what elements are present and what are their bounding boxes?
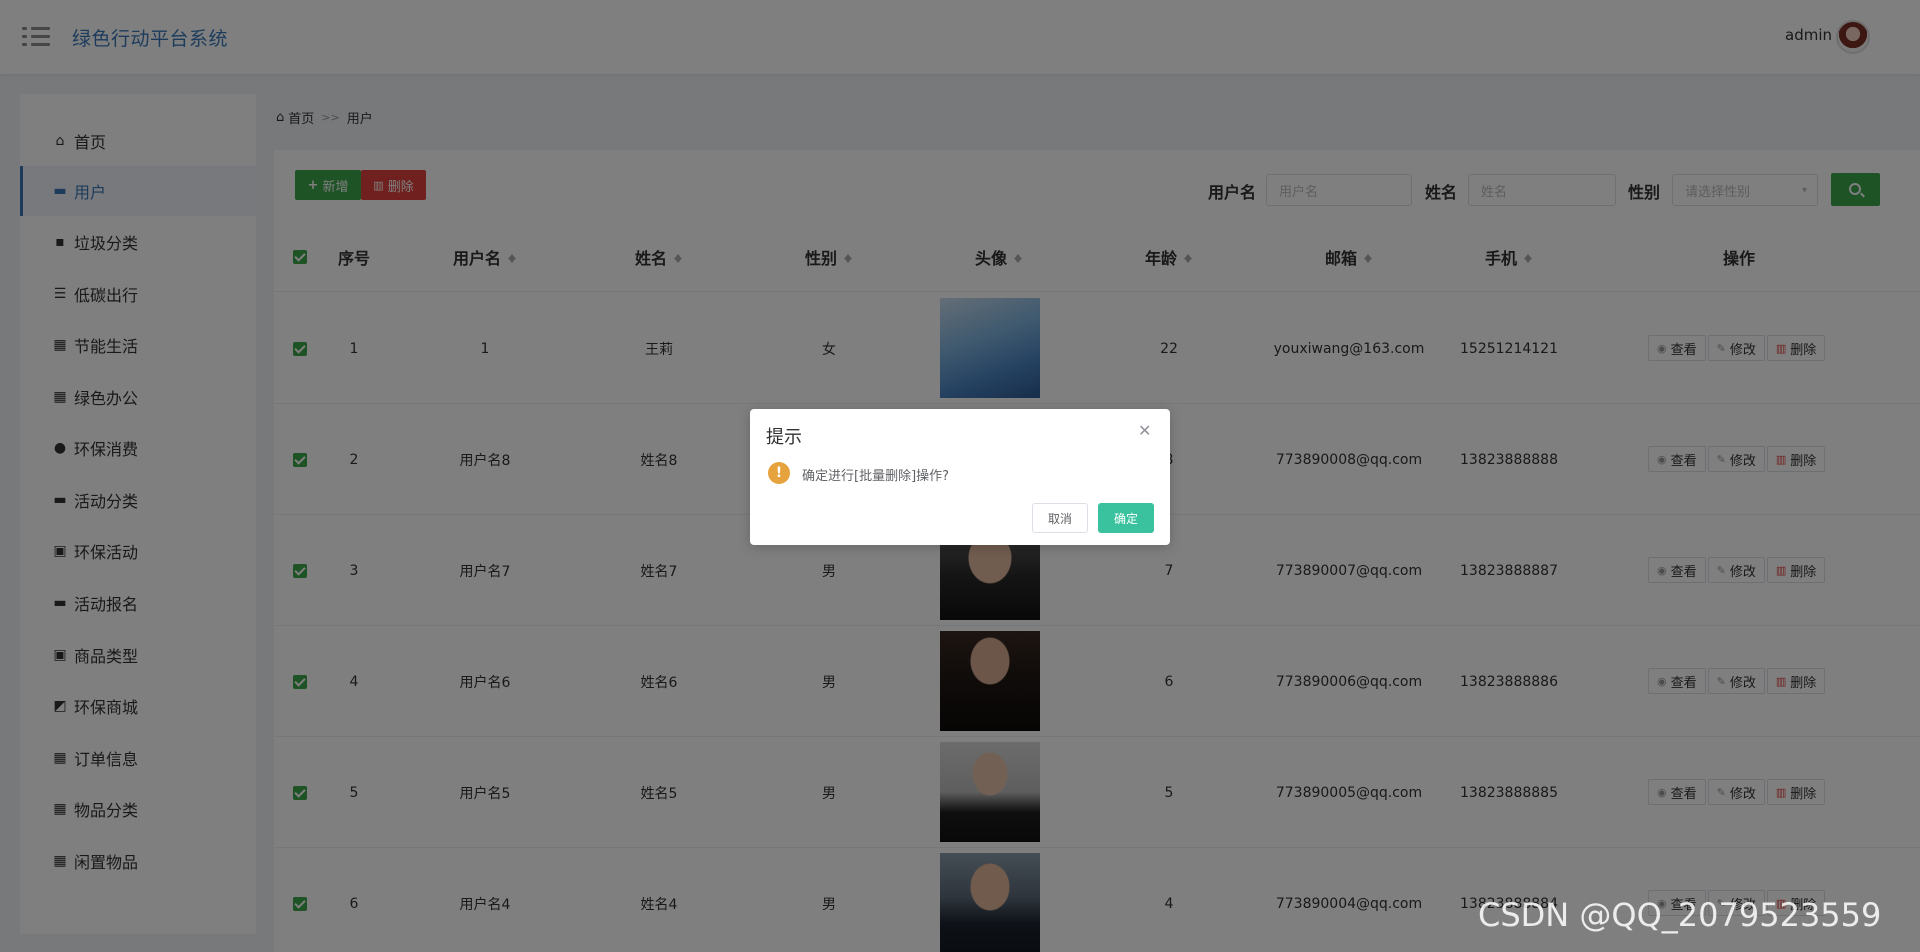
close-icon[interactable]: ✕ xyxy=(1138,421,1151,440)
confirm-dialog: 提示 ✕ ! 确定进行[批量删除]操作? 取消 确定 xyxy=(750,409,1170,545)
confirm-button[interactable]: 确定 xyxy=(1098,503,1154,533)
watermark: CSDN @QQ_2079523559 xyxy=(1478,896,1882,934)
warning-icon: ! xyxy=(768,462,790,484)
dialog-title: 提示 xyxy=(766,427,802,448)
cancel-button[interactable]: 取消 xyxy=(1032,503,1088,533)
dialog-message: 确定进行[批量删除]操作? xyxy=(802,469,950,484)
